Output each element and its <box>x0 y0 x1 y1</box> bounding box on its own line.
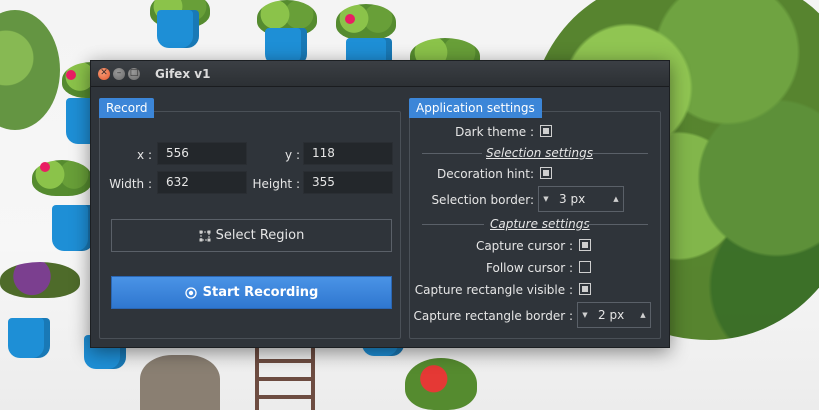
spin-up-icon[interactable]: ▲ <box>609 195 623 203</box>
x-label: x : <box>137 148 152 162</box>
application-settings-tab[interactable]: Application settings <box>409 98 542 118</box>
dark-theme-label: Dark theme : <box>455 125 534 139</box>
flower-pot-image <box>52 205 94 251</box>
start-recording-label: Start Recording <box>202 285 319 300</box>
y-label: y : <box>285 148 300 162</box>
spin-up-icon[interactable]: ▲ <box>636 311 650 319</box>
plant-image <box>405 358 477 410</box>
separator-line <box>422 224 484 225</box>
height-label: Height : <box>252 177 300 191</box>
start-recording-button[interactable]: Start Recording <box>111 276 392 309</box>
minimize-window-button[interactable]: – <box>113 67 125 80</box>
maximize-window-button[interactable]: □ <box>128 67 140 80</box>
flower-pot-image <box>8 318 50 358</box>
selection-settings-title: Selection settings <box>486 146 593 160</box>
flower-image <box>40 162 50 172</box>
width-label: Width : <box>109 177 152 191</box>
capture-rectangle-visible-label: Capture rectangle visible : <box>414 283 573 297</box>
close-window-button[interactable]: ✕ <box>98 67 110 80</box>
capture-rectangle-border-value: 2 px <box>598 308 625 322</box>
title-bar[interactable]: ✕ – □ Gifex v1 <box>91 61 669 87</box>
width-field[interactable]: 632 <box>157 171 247 194</box>
flower-pot-image <box>157 10 199 48</box>
follow-cursor-checkbox[interactable] <box>579 261 591 273</box>
selection-border-label: Selection border: <box>431 193 534 207</box>
capture-rectangle-border-label: Capture rectangle border : <box>413 309 573 323</box>
gifex-window: ✕ – □ Gifex v1 Record x : 556 y : 118 Wi… <box>90 60 670 348</box>
height-field[interactable]: 355 <box>303 171 393 194</box>
spin-down-icon[interactable]: ▼ <box>578 311 592 319</box>
statue-image <box>140 355 220 410</box>
flower-image <box>66 70 76 80</box>
decoration-hint-checkbox[interactable] <box>540 167 552 179</box>
dark-theme-checkbox[interactable] <box>540 125 552 137</box>
select-region-button[interactable]: Select Region <box>111 219 392 252</box>
window-title: Gifex v1 <box>155 66 211 81</box>
separator-line <box>592 153 648 154</box>
flower-image <box>345 14 355 24</box>
select-region-label: Select Region <box>215 228 305 243</box>
follow-cursor-label: Follow cursor : <box>486 261 573 275</box>
application-settings-group: Application settings Dark theme : Select… <box>409 98 661 339</box>
selection-border-spinbox[interactable]: ▼ 3 px ▲ <box>538 186 624 212</box>
capture-rectangle-border-spinbox[interactable]: ▼ 2 px ▲ <box>577 302 651 328</box>
select-region-icon <box>199 230 211 241</box>
record-group: Record x : 556 y : 118 Width : 632 Heigh… <box>99 98 401 339</box>
plant-image <box>0 262 80 298</box>
separator-line <box>422 153 482 154</box>
capture-rectangle-visible-checkbox[interactable] <box>579 283 591 295</box>
decoration-hint-label: Decoration hint: <box>437 167 534 181</box>
record-icon <box>184 286 197 299</box>
capture-cursor-label: Capture cursor : <box>475 239 573 253</box>
record-tab[interactable]: Record <box>99 98 155 118</box>
capture-cursor-checkbox[interactable] <box>579 239 591 251</box>
capture-settings-title: Capture settings <box>490 217 590 231</box>
ladder-image <box>255 345 315 410</box>
x-field[interactable]: 556 <box>157 142 247 165</box>
selection-border-value: 3 px <box>559 192 586 206</box>
separator-line <box>586 224 648 225</box>
spin-down-icon[interactable]: ▼ <box>539 195 553 203</box>
y-field[interactable]: 118 <box>303 142 393 165</box>
